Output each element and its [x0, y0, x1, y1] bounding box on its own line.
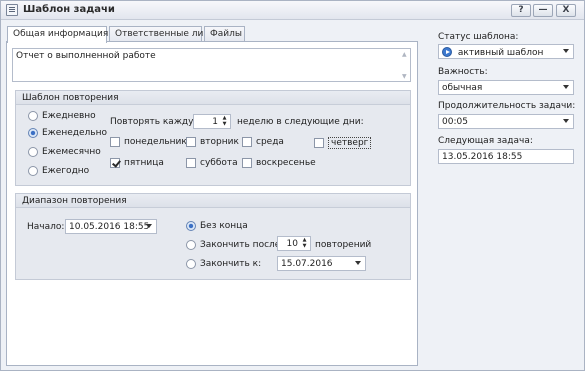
- radio-selected-icon: [186, 221, 196, 231]
- radio-weekly[interactable]: Еженедельно: [28, 128, 107, 138]
- radio-daily-label: Ежедневно: [42, 111, 96, 121]
- sunday-label: воскресенье: [256, 158, 316, 168]
- range-group: Диапазон повторения Начало: 10.05.2016 1…: [15, 193, 411, 280]
- radio-weekly-label: Еженедельно: [42, 128, 107, 138]
- duration-value: 00:05: [442, 117, 468, 127]
- start-label: Начало:: [27, 222, 65, 232]
- subject-text: Отчет о выполненной работе: [16, 51, 156, 61]
- chevron-down-icon[interactable]: [563, 49, 569, 53]
- end-by-date-dropdown[interactable]: 15.07.2016: [277, 256, 366, 271]
- radio-circle-icon: [186, 259, 196, 269]
- help-button[interactable]: ?: [511, 4, 531, 17]
- monday-label: понедельник: [124, 137, 187, 147]
- importance-dropdown[interactable]: обычная: [438, 80, 574, 95]
- chevron-down-icon[interactable]: [146, 224, 152, 228]
- task-template-window: Шаблон задачи ? — X Общая информация Отв…: [0, 0, 585, 371]
- checkbox-saturday[interactable]: суббота: [186, 158, 238, 168]
- range-header: Диапазон повторения: [16, 194, 410, 208]
- radio-selected-icon: [28, 128, 38, 138]
- end-by-label: Закончить к:: [200, 259, 262, 269]
- end-after-spinner[interactable]: 10 ▲ ▼: [277, 236, 311, 251]
- next-task-field[interactable]: 13.05.2016 18:55: [438, 149, 574, 164]
- duration-label: Продолжительность задачи:: [438, 101, 576, 111]
- radio-no-end[interactable]: Без конца: [186, 221, 248, 231]
- radio-yearly[interactable]: Ежегодно: [28, 166, 89, 176]
- friday-label: пятница: [124, 158, 164, 168]
- tab-responsible[interactable]: Ответственные лица: [109, 26, 215, 42]
- checkbox-icon: [186, 137, 196, 147]
- repeat-every-value: 1: [212, 117, 218, 127]
- minimize-button[interactable]: —: [533, 4, 553, 17]
- tab-files[interactable]: Файлы: [204, 26, 245, 42]
- end-after-label: Закончить после:: [200, 240, 284, 250]
- radio-circle-icon: [28, 166, 38, 176]
- recurrence-header: Шаблон повторения: [16, 91, 410, 105]
- importance-label: Важность:: [438, 67, 488, 77]
- status-label: Статус шаблона:: [438, 32, 519, 42]
- chevron-down-icon[interactable]: [563, 85, 569, 89]
- recurrence-group: Шаблон повторения Ежедневно Еженедельно …: [15, 90, 411, 186]
- checkbox-icon: [242, 137, 252, 147]
- repeat-every-label: Повторять каждую: [110, 117, 202, 127]
- checkbox-monday[interactable]: понедельник: [110, 137, 187, 147]
- radio-circle-icon: [186, 240, 196, 250]
- checkbox-thursday[interactable]: четверг: [314, 137, 372, 149]
- scroll-down-icon[interactable]: ▼: [402, 73, 407, 80]
- spinner-arrows-icon[interactable]: ▲ ▼: [300, 237, 309, 250]
- end-by-date-value: 15.07.2016: [281, 259, 333, 269]
- radio-daily[interactable]: Ежедневно: [28, 111, 96, 121]
- tab-general-info[interactable]: Общая информация: [7, 26, 108, 43]
- radio-end-by[interactable]: Закончить к:: [186, 259, 261, 269]
- checkbox-tuesday[interactable]: вторник: [186, 137, 239, 147]
- repeat-every-spinner[interactable]: 1 ▲ ▼: [193, 114, 231, 129]
- task-properties-sidebar: Статус шаблона: активный шаблон Важность…: [427, 23, 582, 366]
- checkbox-friday[interactable]: пятница: [110, 158, 164, 168]
- play-status-icon: [442, 47, 452, 57]
- start-datetime-dropdown[interactable]: 10.05.2016 18:55: [65, 219, 157, 234]
- title-bar: Шаблон задачи ? — X: [1, 1, 584, 20]
- radio-monthly-label: Ежемесячно: [42, 147, 101, 157]
- checkbox-sunday[interactable]: воскресенье: [242, 158, 316, 168]
- radio-circle-icon: [28, 111, 38, 121]
- status-value: активный шаблон: [457, 48, 544, 58]
- no-end-label: Без конца: [200, 221, 248, 231]
- next-task-value: 13.05.2016 18:55: [442, 152, 523, 162]
- close-button[interactable]: X: [556, 4, 576, 17]
- checkbox-checked-icon: [110, 158, 120, 168]
- start-datetime-value: 10.05.2016 18:55: [69, 222, 150, 232]
- subject-textarea[interactable]: Отчет о выполненной работе ▲ ▼: [12, 48, 411, 82]
- radio-end-after[interactable]: Закончить после:: [186, 240, 283, 250]
- next-task-label: Следующая задача:: [438, 136, 533, 146]
- wednesday-label: среда: [256, 137, 284, 147]
- checkbox-wednesday[interactable]: среда: [242, 137, 284, 147]
- saturday-label: суббота: [200, 158, 238, 168]
- radio-monthly[interactable]: Ежемесячно: [28, 147, 101, 157]
- subject-scrollbar[interactable]: ▲ ▼: [400, 49, 410, 81]
- occurrences-label: повторений: [315, 240, 372, 250]
- checkbox-icon: [314, 138, 324, 148]
- spinner-arrows-icon[interactable]: ▲ ▼: [220, 115, 229, 128]
- repeat-suffix-label: неделю в следующие дни:: [237, 117, 364, 127]
- scroll-up-icon[interactable]: ▲: [402, 51, 407, 58]
- radio-yearly-label: Ежегодно: [42, 166, 90, 176]
- status-dropdown[interactable]: активный шаблон: [438, 44, 574, 59]
- checkbox-icon: [110, 137, 120, 147]
- checkbox-icon: [186, 158, 196, 168]
- end-after-value: 10: [286, 239, 298, 249]
- importance-value: обычная: [442, 83, 483, 93]
- thursday-label: четверг: [328, 137, 372, 149]
- general-info-panel: Отчет о выполненной работе ▲ ▼ Шаблон по…: [6, 41, 418, 366]
- duration-dropdown[interactable]: 00:05: [438, 114, 574, 129]
- radio-circle-icon: [28, 147, 38, 157]
- document-icon: [6, 4, 18, 16]
- tuesday-label: вторник: [200, 137, 239, 147]
- chevron-down-icon[interactable]: [355, 261, 361, 265]
- checkbox-icon: [242, 158, 252, 168]
- window-title: Шаблон задачи: [23, 4, 115, 15]
- chevron-down-icon[interactable]: [563, 119, 569, 123]
